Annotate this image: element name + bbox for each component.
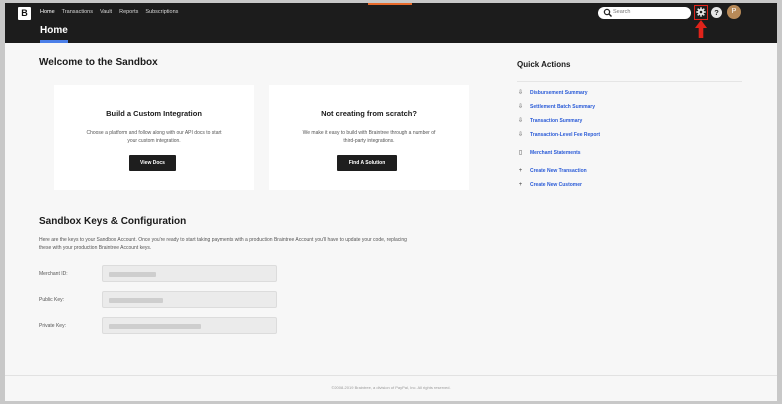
card-description-line: We make it easy to build with Braintree … bbox=[302, 130, 436, 136]
keys-description-line: Here are the keys to your Sandbox Accoun… bbox=[39, 237, 407, 243]
download-icon: ⇩ bbox=[517, 132, 524, 138]
quick-action-label[interactable]: Transaction Summary bbox=[530, 118, 582, 124]
download-icon: ⇩ bbox=[517, 90, 524, 96]
top-navigation-bar: B Home Transactions Vault Reports Subscr… bbox=[5, 3, 777, 43]
find-a-solution-button[interactable]: Find A Solution bbox=[337, 155, 397, 171]
card-description-line: your custom integration. bbox=[127, 138, 181, 144]
merchant-id-field[interactable] bbox=[102, 265, 277, 282]
quick-action-label[interactable]: Disbursement Summary bbox=[530, 90, 588, 96]
download-icon: ⇩ bbox=[517, 104, 524, 110]
quick-action-label[interactable]: Merchant Statements bbox=[530, 150, 581, 156]
app-window: B Home Transactions Vault Reports Subscr… bbox=[5, 3, 777, 401]
divider bbox=[517, 81, 742, 82]
plus-icon: + bbox=[518, 167, 523, 174]
keys-heading: Sandbox Keys & Configuration bbox=[39, 216, 187, 227]
page-title: Home bbox=[40, 25, 68, 36]
quick-action-fee-report[interactable]: ⇩ Transaction-Level Fee Report bbox=[517, 131, 600, 139]
quick-action-transaction-summary[interactable]: ⇩ Transaction Summary bbox=[517, 117, 582, 125]
plus-icon: + bbox=[518, 181, 523, 188]
main-nav: Home Transactions Vault Reports Subscrip… bbox=[40, 8, 178, 16]
nav-transactions[interactable]: Transactions bbox=[62, 8, 93, 16]
quick-actions-heading: Quick Actions bbox=[517, 60, 571, 69]
document-icon: ▯ bbox=[518, 150, 523, 156]
environment-indicator bbox=[368, 3, 412, 5]
quick-action-settlement-batch-summary[interactable]: ⇩ Settlement Batch Summary bbox=[517, 103, 595, 111]
third-party-card: Not creating from scratch? We make it ea… bbox=[269, 85, 469, 190]
keys-description: Here are the keys to your Sandbox Accoun… bbox=[39, 236, 491, 252]
masked-value bbox=[109, 324, 201, 329]
nav-reports[interactable]: Reports bbox=[119, 8, 138, 16]
card-title: Not creating from scratch? bbox=[321, 109, 417, 118]
quick-action-label[interactable]: Create New Customer bbox=[530, 182, 582, 188]
view-docs-button[interactable]: View Docs bbox=[129, 155, 176, 171]
keys-description-line: these with your production Braintree Acc… bbox=[39, 245, 152, 251]
footer-divider bbox=[5, 375, 777, 376]
quick-action-label[interactable]: Create New Transaction bbox=[530, 168, 587, 174]
masked-value bbox=[109, 298, 163, 303]
card-description: We make it easy to build with Braintree … bbox=[284, 129, 454, 145]
public-key-label: Public Key: bbox=[39, 297, 65, 303]
nav-vault[interactable]: Vault bbox=[100, 8, 112, 16]
quick-action-merchant-statements[interactable]: ▯ Merchant Statements bbox=[517, 149, 581, 157]
quick-action-disbursement-summary[interactable]: ⇩ Disbursement Summary bbox=[517, 89, 588, 97]
quick-action-label[interactable]: Transaction-Level Fee Report bbox=[530, 132, 600, 138]
private-key-label: Private Key: bbox=[39, 323, 66, 329]
download-icon: ⇩ bbox=[517, 118, 524, 124]
help-icon[interactable]: ? bbox=[711, 7, 722, 18]
quick-action-create-transaction[interactable]: + Create New Transaction bbox=[517, 167, 587, 174]
nav-subscriptions[interactable]: Subscriptions bbox=[145, 8, 178, 16]
braintree-logo[interactable]: B bbox=[18, 7, 31, 20]
quick-action-label[interactable]: Settlement Batch Summary bbox=[530, 104, 595, 110]
masked-value bbox=[109, 272, 156, 277]
search-icon bbox=[603, 8, 612, 17]
nav-home[interactable]: Home bbox=[40, 8, 55, 16]
gear-icon[interactable] bbox=[696, 7, 706, 17]
avatar[interactable]: P bbox=[727, 5, 741, 19]
footer-copyright: ©2008-2019 Braintree, a division of PayP… bbox=[331, 385, 451, 390]
public-key-field[interactable] bbox=[102, 291, 277, 308]
merchant-id-label: Merchant ID: bbox=[39, 271, 68, 277]
card-description-line: Choose a platform and follow along with … bbox=[86, 130, 222, 136]
arrow-up-icon bbox=[695, 20, 707, 38]
search-placeholder: Search bbox=[613, 9, 631, 15]
custom-integration-card: Build a Custom Integration Choose a plat… bbox=[54, 85, 254, 190]
welcome-heading: Welcome to the Sandbox bbox=[39, 57, 158, 68]
private-key-field[interactable] bbox=[102, 317, 277, 334]
card-description: Choose a platform and follow along with … bbox=[69, 129, 239, 145]
card-title: Build a Custom Integration bbox=[106, 109, 202, 118]
active-tab-underline bbox=[40, 40, 68, 43]
card-description-line: third-party integrations. bbox=[343, 138, 395, 144]
quick-action-create-customer[interactable]: + Create New Customer bbox=[517, 181, 582, 188]
